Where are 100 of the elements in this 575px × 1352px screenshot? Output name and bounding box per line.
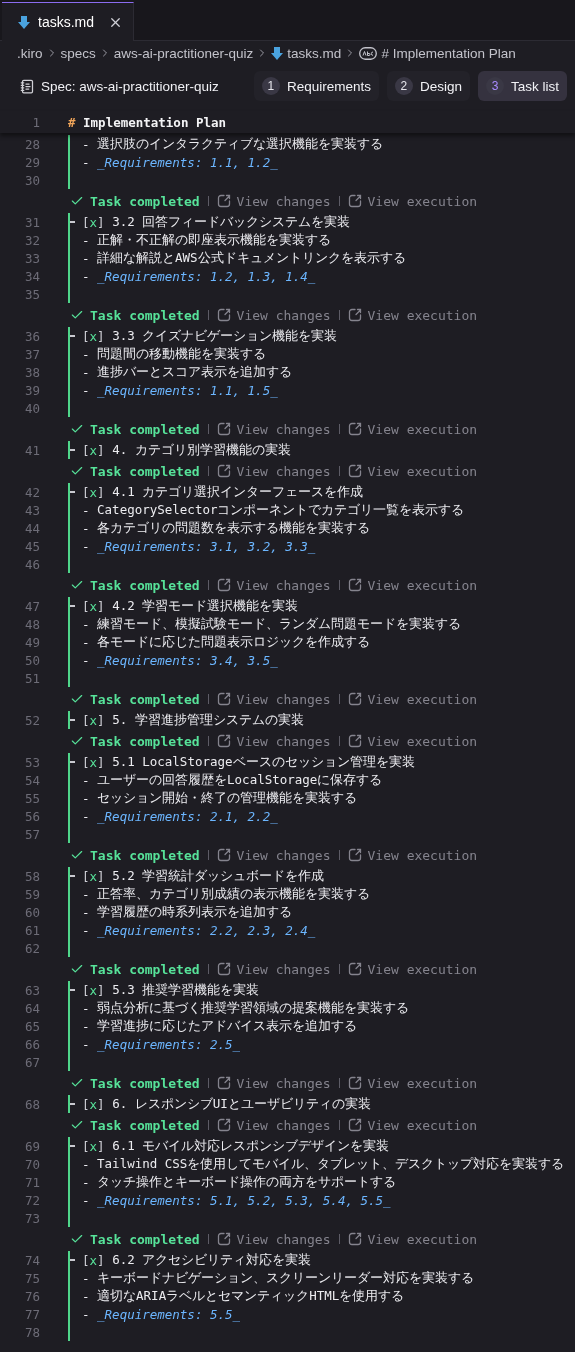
file-tab[interactable]: tasks.md (2, 2, 134, 41)
view-link[interactable]: View changes (216, 1231, 331, 1247)
view-link[interactable]: View changes (216, 691, 331, 707)
line-number: 63 (23, 982, 41, 998)
view-link[interactable]: View execution (347, 691, 478, 707)
view-link[interactable]: View execution (347, 577, 478, 593)
view-link[interactable]: View execution (347, 733, 478, 749)
check-icon (70, 1076, 84, 1090)
line-number: 41 (23, 442, 41, 458)
symbol-icon (359, 46, 378, 60)
view-link[interactable]: View changes (216, 733, 331, 749)
task-checkbox[interactable]: [x] (82, 1096, 105, 1112)
view-link[interactable]: View execution (347, 193, 478, 209)
task-checkbox[interactable]: [x] (82, 598, 105, 614)
task-checkbox[interactable]: [x] (82, 982, 105, 998)
view-link[interactable]: View execution (347, 463, 478, 479)
check-icon (70, 308, 84, 322)
view-link[interactable]: View execution (347, 1075, 478, 1091)
task-status: Task completed (90, 1117, 200, 1133)
view-link[interactable]: View execution (347, 1117, 478, 1133)
line-number: 43 (23, 502, 41, 518)
task-checkbox[interactable]: [x] (82, 1138, 105, 1154)
view-link[interactable]: View changes (216, 421, 331, 437)
task-status: Task completed (90, 193, 200, 209)
task-checkbox[interactable]: [x] (82, 214, 105, 230)
bullet-mark: - (82, 1192, 90, 1208)
line-number: 62 (23, 940, 41, 956)
code-text: 学習履歴の時系列表示を追加する (97, 903, 293, 921)
task-checkbox[interactable]: [x] (82, 328, 105, 344)
bullet-mark: - (82, 922, 90, 938)
bullet-mark: - (82, 1288, 90, 1304)
requirements-text: _Requirements: 1.1, 1.2_ (97, 154, 278, 170)
bullet-mark: - (82, 346, 90, 362)
task-status: Task completed (90, 847, 200, 863)
breadcrumb-item[interactable]: aws-ai-practitioner-quiz (113, 45, 254, 61)
code-text: 各モードに応じた問題表示ロジックを作成する (97, 633, 371, 651)
code-text: セッション開始・終了の管理機能を実装する (97, 789, 358, 807)
breadcrumb-item[interactable]: tasks.md (287, 45, 342, 61)
heading-text: # Implementation Plan (68, 114, 228, 130)
view-link[interactable]: View changes (216, 577, 331, 593)
code-text: 進捗バーとスコア表示を追加する (97, 363, 293, 381)
line-number: 61 (23, 922, 41, 938)
line-number: 74 (23, 1252, 41, 1268)
spec-title: Spec: aws-ai-practitioner-quiz (41, 78, 219, 94)
view-link[interactable]: View changes (216, 847, 331, 863)
view-link[interactable]: View execution (347, 961, 478, 977)
view-link[interactable]: View execution (347, 1231, 478, 1247)
line-number: 67 (23, 1054, 41, 1070)
view-link[interactable]: View execution (347, 421, 478, 437)
bullet-mark: - (82, 1000, 90, 1016)
task-checkbox[interactable]: [x] (82, 868, 105, 884)
requirements-text: _Requirements: 3.1, 3.2, 3.3_ (97, 538, 316, 554)
check-icon (70, 464, 84, 478)
breadcrumb-item[interactable]: specs (60, 45, 96, 61)
check-icon (70, 578, 84, 592)
requirements-text: _Requirements: 1.1, 1.5_ (97, 382, 278, 398)
requirements-text: _Requirements: 2.5_ (97, 1036, 241, 1052)
view-link[interactable]: View changes (216, 961, 331, 977)
task-checkbox[interactable]: [x] (82, 1252, 105, 1268)
bullet-mark: - (82, 616, 90, 632)
line-number: 55 (23, 790, 41, 806)
code-text: 弱点分析に基づく推奨学習領域の提案機能を実装する (97, 999, 410, 1017)
line-number: 48 (23, 616, 41, 632)
bullet-mark: - (82, 634, 90, 650)
task-checkbox[interactable]: [x] (82, 484, 105, 500)
line-number: 70 (23, 1156, 41, 1172)
task-status: Task completed (90, 1231, 200, 1247)
task-checkbox[interactable]: [x] (82, 712, 105, 728)
spec-step-tab[interactable]: 2 Design (386, 71, 470, 101)
line-number: 30 (23, 172, 41, 188)
task-status: Task completed (90, 307, 200, 323)
line-number: 60 (23, 904, 41, 920)
line-number: 73 (23, 1210, 41, 1226)
line-number: 42 (23, 484, 41, 500)
view-link[interactable]: View changes (216, 1075, 331, 1091)
line-number: 77 (23, 1306, 41, 1322)
check-icon (70, 962, 84, 976)
task-checkbox[interactable]: [x] (82, 442, 105, 458)
spec-step-tab[interactable]: 3 Task list (478, 71, 567, 101)
line-number: 72 (23, 1192, 41, 1208)
task-title: 4.2 学習モード選択機能を実装 (111, 597, 299, 615)
line-number: 54 (23, 772, 41, 788)
view-link[interactable]: View changes (216, 1117, 331, 1133)
breadcrumb-item[interactable]: # Implementation Plan (381, 45, 516, 61)
line-number: 45 (23, 538, 41, 554)
line-number: 66 (23, 1036, 41, 1052)
view-link[interactable]: View changes (216, 463, 331, 479)
spec-step-tab[interactable]: 1 Requirements (253, 71, 379, 101)
view-link[interactable]: View changes (216, 193, 331, 209)
check-icon (70, 692, 84, 706)
bullet-mark: - (82, 538, 90, 554)
view-link[interactable]: View changes (216, 307, 331, 323)
line-number: 31 (23, 214, 41, 230)
line-number: 71 (23, 1174, 41, 1190)
breadcrumb-item[interactable]: .kiro (17, 45, 43, 61)
view-link[interactable]: View execution (347, 307, 478, 323)
view-link[interactable]: View execution (347, 847, 478, 863)
check-icon (70, 422, 84, 436)
task-checkbox[interactable]: [x] (82, 754, 105, 770)
line-number: 52 (23, 712, 41, 728)
